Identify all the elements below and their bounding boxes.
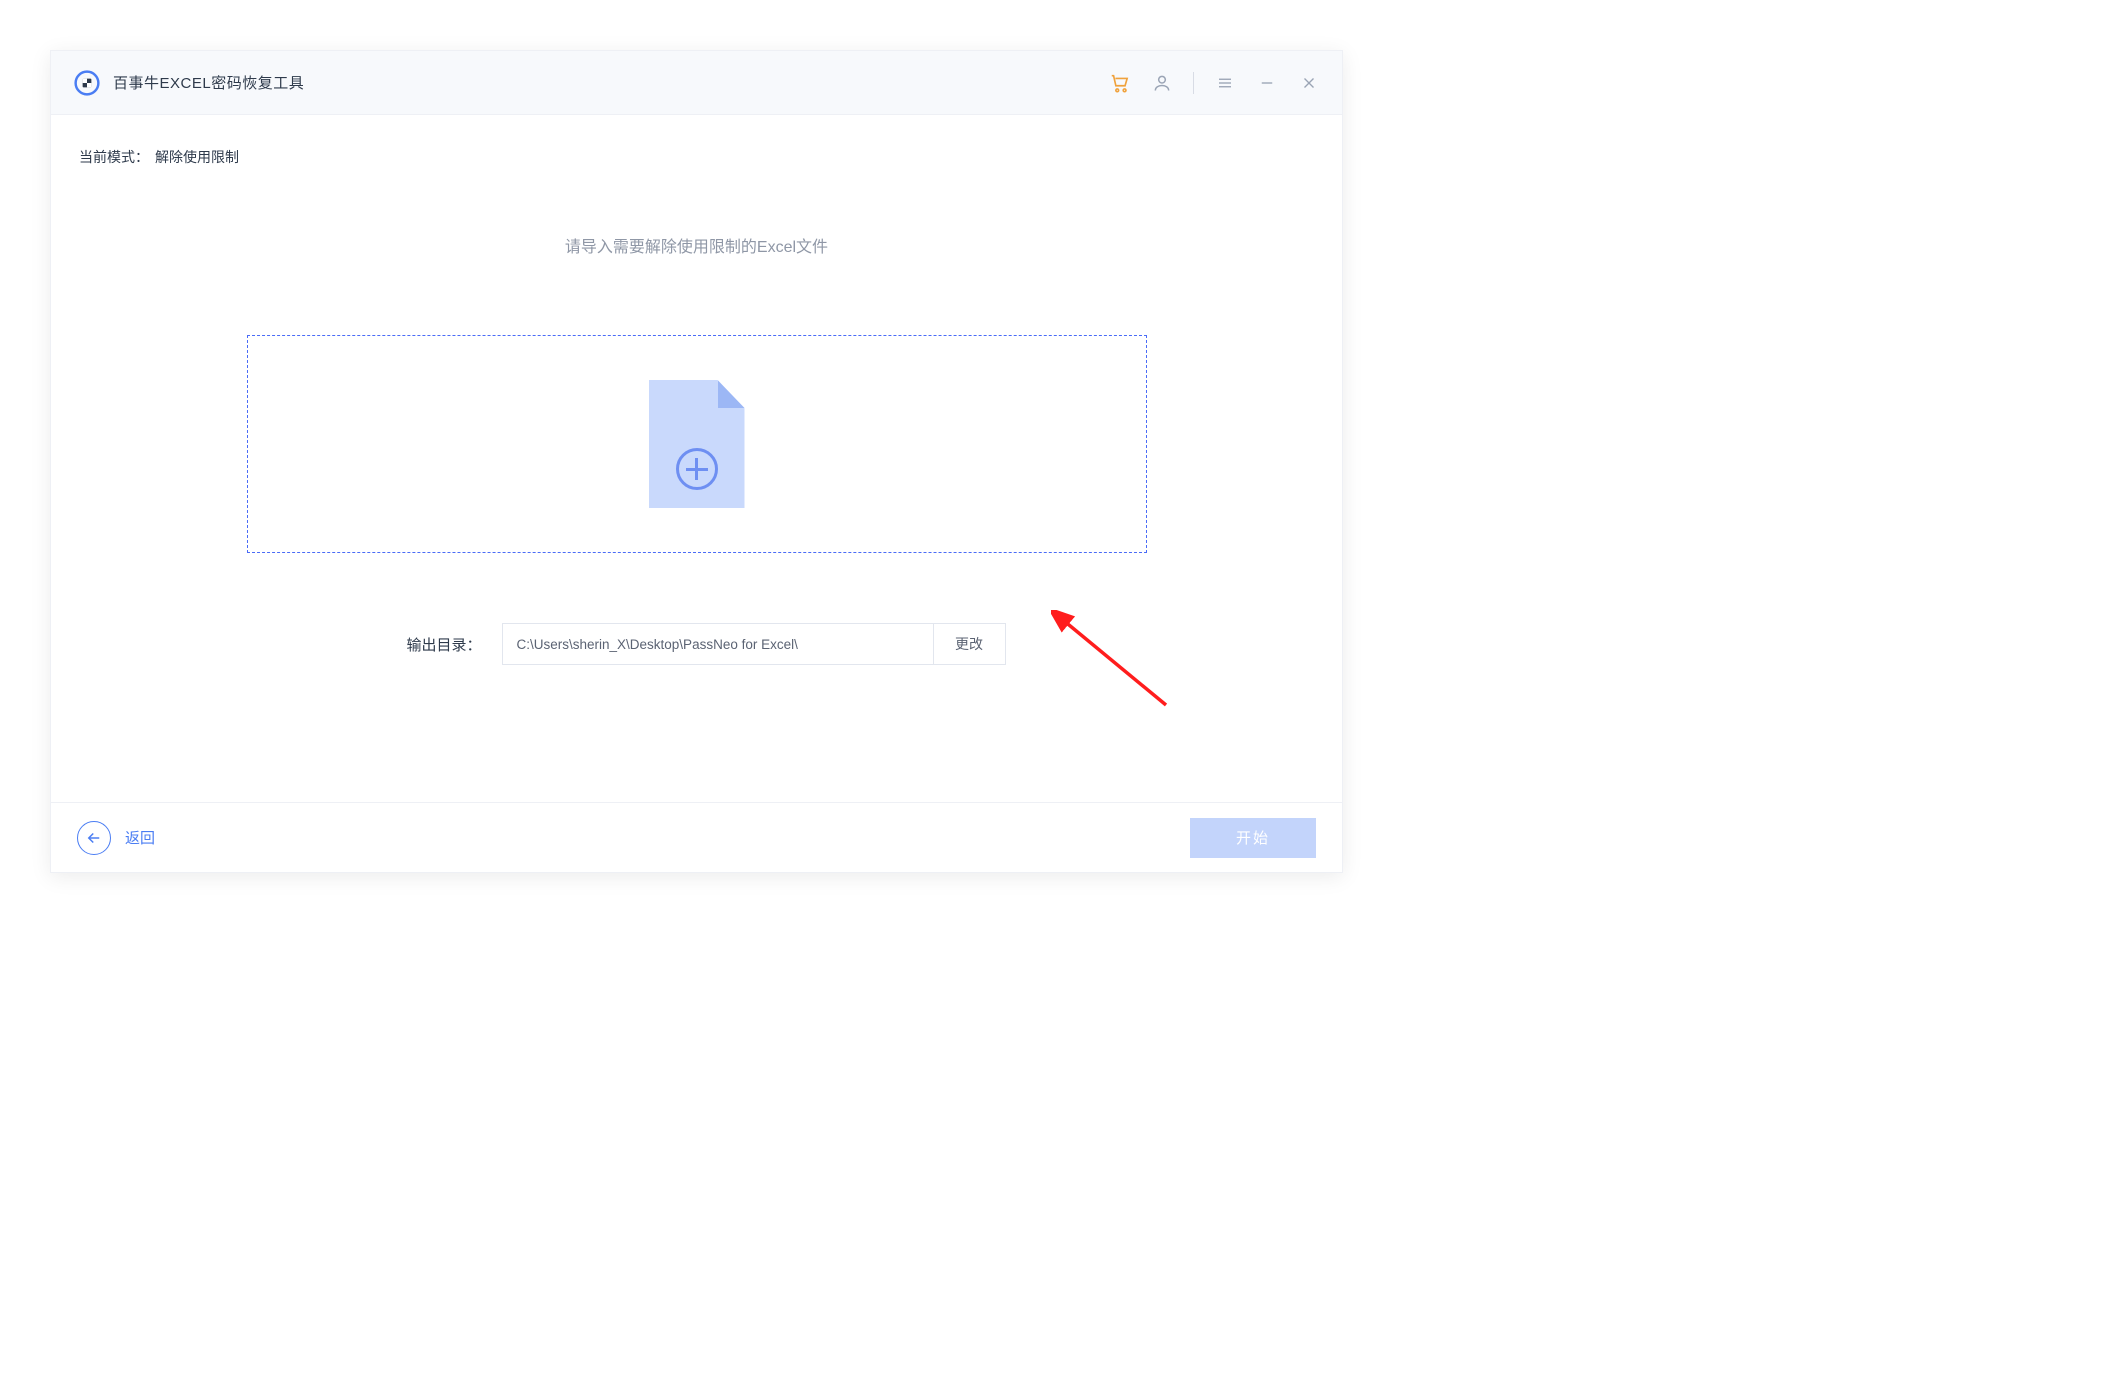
titlebar: 百事牛EXCEL密码恢复工具 <box>51 51 1342 115</box>
user-icon[interactable] <box>1151 72 1173 94</box>
output-label: 输出目录： <box>388 634 482 655</box>
app-logo-icon <box>73 69 101 97</box>
mode-value: 解除使用限制 <box>155 147 239 167</box>
footer: 返回 开始 <box>51 802 1342 872</box>
cart-icon[interactable] <box>1109 72 1131 94</box>
titlebar-left: 百事牛EXCEL密码恢复工具 <box>73 69 304 97</box>
minimize-icon[interactable] <box>1256 72 1278 94</box>
output-input-group: 更改 <box>502 623 1006 665</box>
back-button[interactable]: 返回 <box>77 821 155 855</box>
close-icon[interactable] <box>1298 72 1320 94</box>
import-prompt: 请导入需要解除使用限制的Excel文件 <box>79 233 1314 257</box>
content-area: 当前模式： 解除使用限制 请导入需要解除使用限制的Excel文件 输出目录： 更… <box>51 115 1342 802</box>
dropzone-wrap <box>79 335 1314 553</box>
output-row: 输出目录： 更改 <box>79 623 1314 665</box>
titlebar-right <box>1109 72 1320 94</box>
change-output-button[interactable]: 更改 <box>933 624 1005 664</box>
back-arrow-icon <box>77 821 111 855</box>
add-file-icon <box>649 380 745 508</box>
mode-row: 当前模式： 解除使用限制 <box>79 147 1314 167</box>
titlebar-divider <box>1193 72 1194 94</box>
mode-label: 当前模式： <box>79 147 149 167</box>
menu-icon[interactable] <box>1214 72 1236 94</box>
app-window: 百事牛EXCEL密码恢复工具 <box>50 50 1343 873</box>
app-title: 百事牛EXCEL密码恢复工具 <box>113 72 304 93</box>
file-dropzone[interactable] <box>247 335 1147 553</box>
start-button[interactable]: 开始 <box>1190 818 1316 858</box>
back-label: 返回 <box>125 827 155 848</box>
output-path-input[interactable] <box>503 624 933 664</box>
